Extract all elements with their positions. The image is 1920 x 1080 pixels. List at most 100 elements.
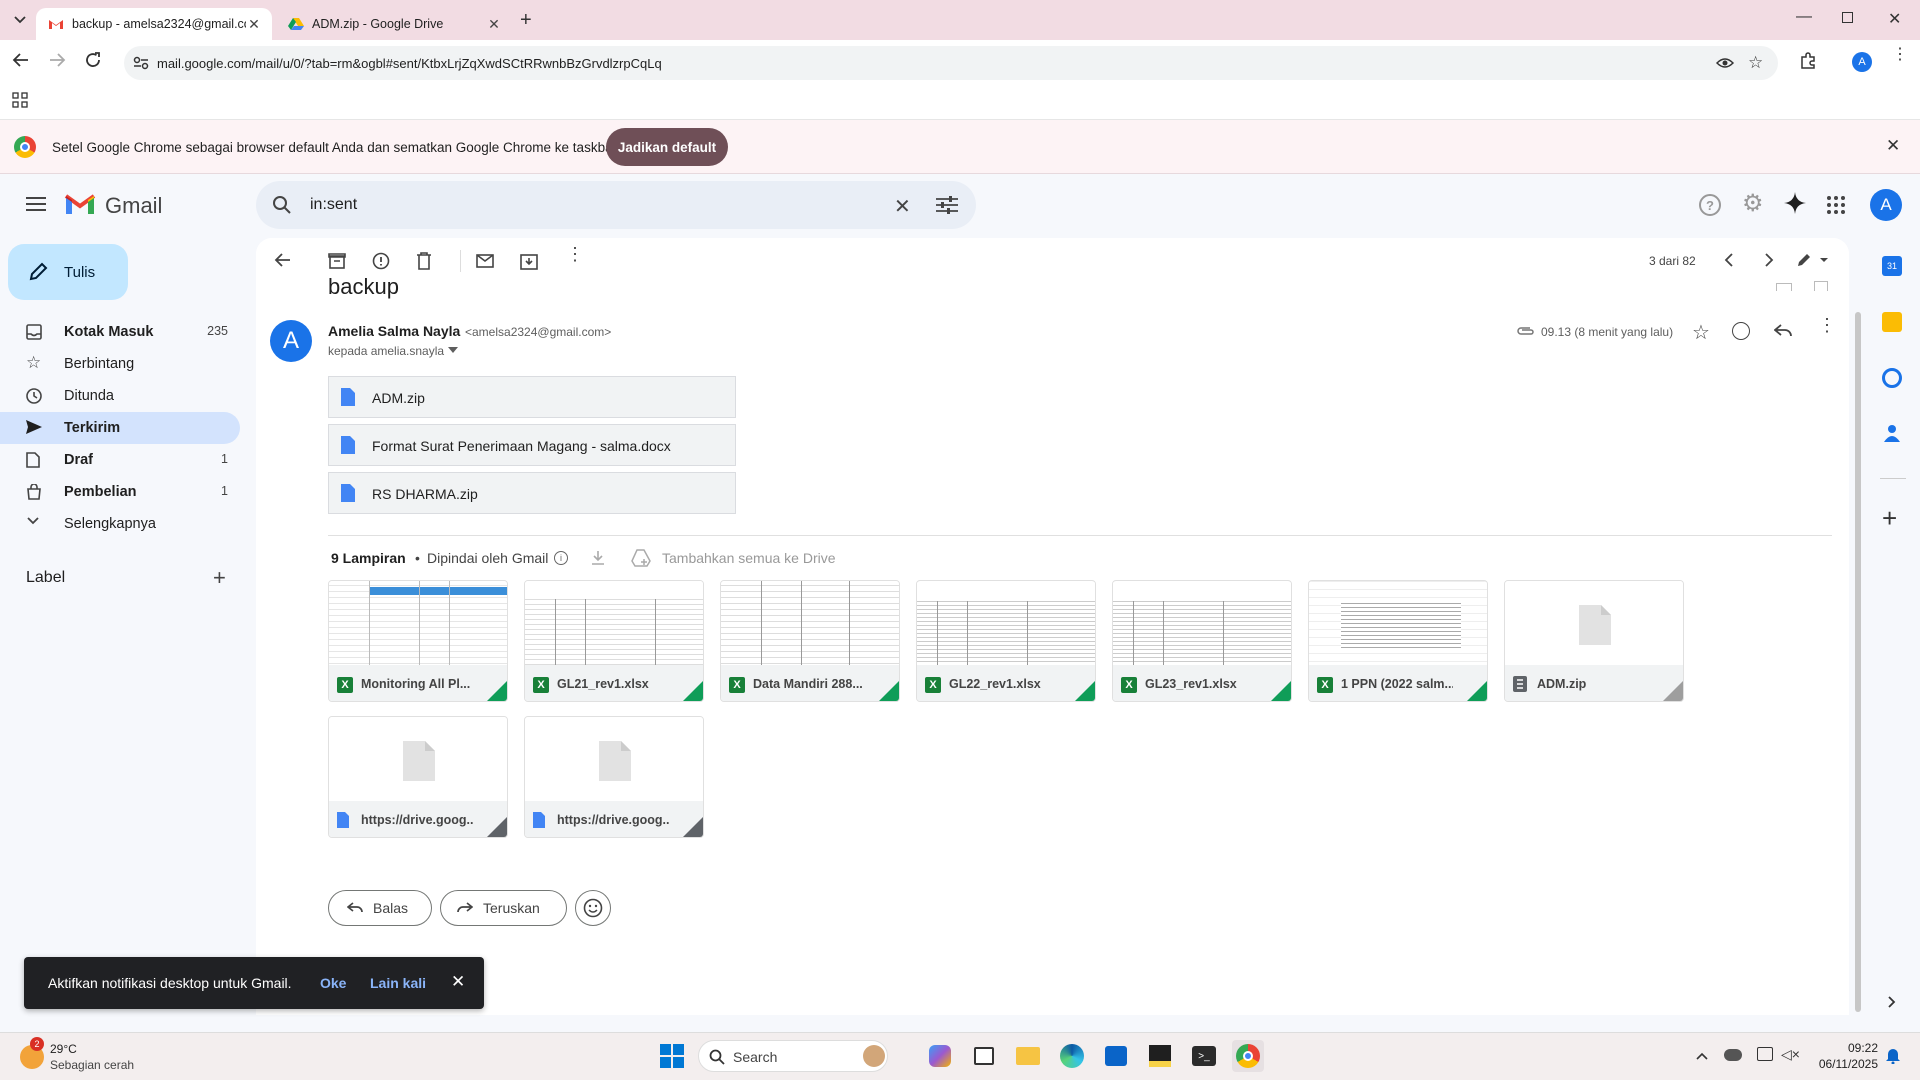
drive-link-chip[interactable]: Format Surat Penerimaan Magang - salma.d… — [328, 424, 736, 466]
new-tab-icon[interactable]: + — [520, 9, 532, 32]
snackbar-ok-button[interactable]: Oke — [320, 975, 346, 991]
snackbar-close-icon[interactable]: ✕ — [451, 972, 465, 992]
sticky-notes-icon[interactable] — [1144, 1040, 1176, 1072]
nav-item-sent[interactable]: Terkirim — [0, 412, 240, 444]
set-default-button[interactable]: Jadikan default — [606, 128, 728, 166]
delete-icon[interactable] — [416, 252, 436, 272]
scrollbar-thumb[interactable] — [1855, 312, 1861, 1012]
attachment-card[interactable]: https://drive.goog... — [328, 716, 508, 838]
add-all-drive-link[interactable]: Tambahkan semua ke Drive — [662, 550, 836, 566]
drive-link-chip[interactable]: ADM.zip — [328, 376, 736, 418]
bookmark-star-icon[interactable]: ☆ — [1748, 53, 1763, 73]
taskbar-search-box[interactable]: Search — [698, 1040, 888, 1072]
attachment-card[interactable]: ADM.zip — [1504, 580, 1684, 702]
nav-item-starred[interactable]: ☆ Berbintang — [0, 348, 240, 380]
volume-icon[interactable]: ◁× — [1781, 1046, 1800, 1063]
attachment-card[interactable]: X GL22_rev1.xlsx — [916, 580, 1096, 702]
tab-search-icon[interactable] — [8, 10, 32, 30]
nav-item-drafts[interactable]: Draf 1 — [0, 444, 240, 476]
nav-item-purchases[interactable]: Pembelian 1 — [0, 476, 240, 508]
close-tab-icon[interactable]: ✕ — [486, 16, 502, 32]
tab-drive[interactable]: ADM.zip - Google Drive ✕ — [276, 8, 512, 40]
attachment-card[interactable]: X Data Mandiri 288... — [720, 580, 900, 702]
reply-icon[interactable] — [1774, 324, 1792, 338]
keep-icon[interactable] — [1882, 312, 1902, 332]
address-bar[interactable]: mail.google.com/mail/u/0/?tab=rm&ogbl#se… — [124, 46, 1778, 80]
add-to-drive-icon[interactable] — [631, 549, 651, 567]
add-label-icon[interactable]: + — [213, 565, 226, 591]
edge-icon[interactable] — [1056, 1040, 1088, 1072]
details-chevron-icon[interactable] — [448, 347, 458, 353]
compose-button[interactable]: Tulis — [8, 244, 128, 300]
print-icon[interactable] — [1776, 283, 1792, 291]
close-tab-icon[interactable]: ✕ — [246, 16, 262, 32]
search-icon[interactable] — [272, 195, 292, 215]
info-icon[interactable]: i — [554, 551, 568, 565]
close-infobar-icon[interactable]: ✕ — [1886, 136, 1900, 156]
extensions-icon[interactable] — [1799, 52, 1817, 70]
drive-link-chip[interactable]: RS DHARMA.zip — [328, 472, 736, 514]
snackbar-later-button[interactable]: Lain kali — [370, 975, 426, 991]
chrome-taskbar-icon[interactable] — [1232, 1040, 1264, 1072]
get-addons-icon[interactable]: + — [1882, 505, 1897, 531]
gemini-sparkle-icon[interactable] — [1784, 192, 1806, 214]
eye-slash-icon[interactable] — [1716, 55, 1734, 71]
chrome-menu-icon[interactable]: ⋮ — [1892, 47, 1908, 63]
search-options-icon[interactable] — [936, 196, 958, 214]
tasks-icon[interactable] — [1882, 368, 1902, 388]
close-window-icon[interactable]: ✕ — [1888, 9, 1901, 29]
forward-icon[interactable] — [48, 52, 66, 68]
reply-button[interactable]: Balas — [328, 890, 432, 926]
forward-button[interactable]: Teruskan — [440, 890, 567, 926]
clear-search-icon[interactable]: ✕ — [894, 194, 911, 219]
download-all-icon[interactable] — [590, 550, 606, 566]
archive-icon[interactable] — [328, 252, 348, 272]
star-message-icon[interactable]: ☆ — [1692, 320, 1710, 345]
calendar-icon[interactable]: 31 — [1882, 256, 1902, 276]
notification-bell-icon[interactable] — [1886, 1048, 1900, 1064]
file-explorer-icon[interactable] — [1012, 1040, 1044, 1072]
main-menu-icon[interactable] — [26, 196, 46, 212]
search-bar[interactable]: in:sent ✕ — [256, 181, 976, 229]
mark-unread-icon[interactable] — [476, 252, 496, 272]
minimize-icon[interactable]: — — [1796, 8, 1812, 26]
gmail-logo-icon[interactable] — [64, 192, 96, 216]
open-new-window-icon[interactable] — [1814, 281, 1828, 291]
copilot-icon[interactable] — [924, 1040, 956, 1072]
more-actions-icon[interactable]: ⋮ — [566, 245, 586, 270]
emoji-button[interactable] — [575, 890, 611, 926]
nav-item-snoozed[interactable]: Ditunda — [0, 380, 240, 412]
nav-item-more[interactable]: Selengkapnya — [0, 508, 240, 540]
attachment-card[interactable]: X Monitoring All Pl... — [328, 580, 508, 702]
back-icon[interactable] — [12, 52, 30, 68]
network-icon[interactable] — [1757, 1047, 1773, 1061]
account-avatar[interactable]: A — [1870, 189, 1902, 221]
older-icon[interactable] — [1764, 253, 1784, 273]
back-to-list-icon[interactable] — [274, 252, 294, 272]
tray-chevron-icon[interactable] — [1696, 1052, 1708, 1060]
terminal-icon[interactable]: >_ — [1188, 1040, 1220, 1072]
apps-grid-icon[interactable] — [12, 92, 28, 108]
search-input[interactable]: in:sent — [310, 196, 357, 214]
move-to-icon[interactable] — [520, 252, 540, 272]
store-icon[interactable] — [1100, 1040, 1132, 1072]
tab-gmail[interactable]: backup - amelsa2324@gmail.com ✕ — [36, 8, 272, 40]
attachment-card[interactable]: X 1 PPN (2022 salm... — [1308, 580, 1488, 702]
google-apps-icon[interactable] — [1827, 196, 1845, 214]
onedrive-icon[interactable] — [1724, 1049, 1742, 1061]
sender-avatar[interactable]: A — [270, 320, 312, 362]
attachment-card[interactable]: X GL23_rev1.xlsx — [1112, 580, 1292, 702]
report-spam-icon[interactable] — [372, 252, 392, 272]
profile-avatar[interactable]: A — [1852, 52, 1872, 72]
emoji-react-icon[interactable] — [1732, 322, 1750, 340]
contacts-icon[interactable] — [1884, 424, 1900, 442]
sender-name[interactable]: Amelia Salma Nayla — [328, 323, 460, 339]
restore-icon[interactable] — [1842, 12, 1853, 23]
reload-icon[interactable] — [84, 51, 102, 69]
windows-start-icon[interactable] — [656, 1040, 688, 1072]
site-info-icon[interactable] — [133, 56, 149, 70]
attachment-card[interactable]: X GL21_rev1.xlsx — [524, 580, 704, 702]
help-icon[interactable]: ? — [1699, 194, 1721, 216]
attachment-card[interactable]: https://drive.goog... — [524, 716, 704, 838]
nav-item-inbox[interactable]: Kotak Masuk 235 — [0, 316, 240, 348]
